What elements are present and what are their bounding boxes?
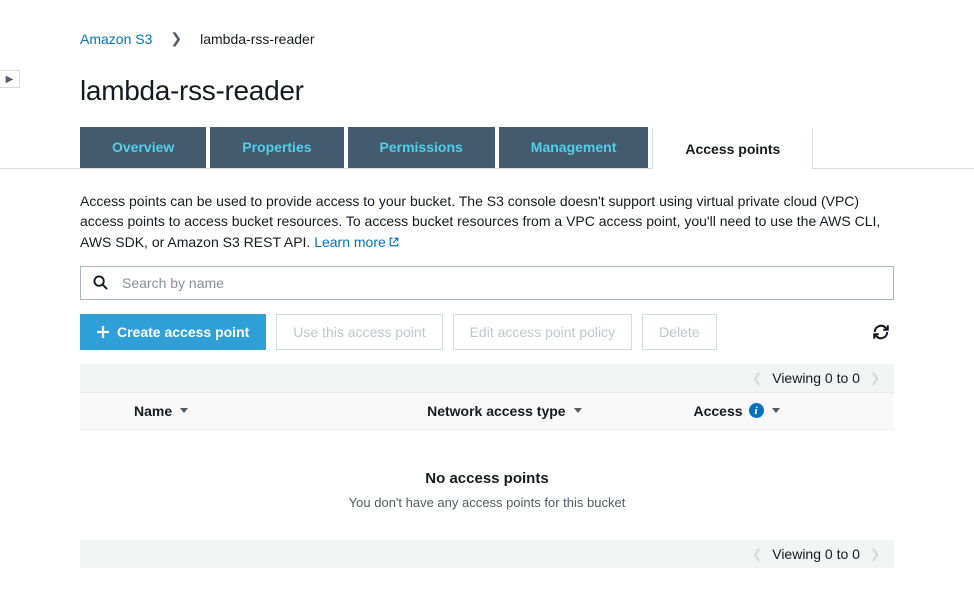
breadcrumb-root-link[interactable]: Amazon S3 <box>80 31 152 47</box>
tab-access-points[interactable]: Access points <box>652 128 813 169</box>
pager-top: ❮ Viewing 0 to 0 ❯ <box>80 364 894 392</box>
page-title: lambda-rss-reader <box>80 75 894 107</box>
caret-down-icon <box>574 408 582 413</box>
pager-text: Viewing 0 to 0 <box>772 546 860 562</box>
column-name[interactable]: Name <box>134 403 427 419</box>
info-icon[interactable]: i <box>749 403 764 418</box>
refresh-icon <box>872 323 890 341</box>
column-access[interactable]: Access i <box>694 403 881 419</box>
tab-permissions[interactable]: Permissions <box>348 127 495 168</box>
empty-state: No access points You don't have any acce… <box>80 430 894 536</box>
tab-overview[interactable]: Overview <box>80 127 206 168</box>
access-points-description: Access points can be used to provide acc… <box>80 191 894 252</box>
pager-text: Viewing 0 to 0 <box>772 370 860 386</box>
refresh-button[interactable] <box>868 319 894 345</box>
empty-headline: No access points <box>80 470 894 487</box>
pager-bottom: ❮ Viewing 0 to 0 ❯ <box>80 540 894 568</box>
column-network-access-type[interactable]: Network access type <box>427 403 693 419</box>
create-access-point-button[interactable]: Create access point <box>80 314 266 350</box>
pager-prev-icon[interactable]: ❮ <box>752 547 762 561</box>
table-header: Name Network access type Access i <box>80 392 894 430</box>
tabs: Overview Properties Permissions Manageme… <box>80 127 894 168</box>
learn-more-link[interactable]: Learn more <box>314 234 400 250</box>
caret-down-icon <box>772 408 780 413</box>
breadcrumb: Amazon S3 ❯ lambda-rss-reader <box>80 30 894 47</box>
sidebar-expand-handle[interactable]: ▶ <box>0 70 20 88</box>
tab-management[interactable]: Management <box>499 127 649 168</box>
tab-properties[interactable]: Properties <box>210 127 343 168</box>
search-input[interactable] <box>122 275 881 291</box>
pager-prev-icon[interactable]: ❮ <box>752 371 762 385</box>
chevron-right-icon: ❯ <box>170 30 182 47</box>
plus-icon <box>97 326 109 338</box>
pager-next-icon[interactable]: ❯ <box>870 547 880 561</box>
breadcrumb-current: lambda-rss-reader <box>200 31 314 47</box>
search-icon <box>93 275 108 290</box>
search-box[interactable] <box>80 266 894 300</box>
use-access-point-button: Use this access point <box>276 314 442 350</box>
empty-subtext: You don't have any access points for thi… <box>80 495 894 510</box>
pager-next-icon[interactable]: ❯ <box>870 371 880 385</box>
toolbar: Create access point Use this access poin… <box>80 314 894 350</box>
edit-policy-button: Edit access point policy <box>453 314 633 350</box>
external-link-icon <box>388 236 400 248</box>
delete-button: Delete <box>642 314 716 350</box>
caret-down-icon <box>180 408 188 413</box>
